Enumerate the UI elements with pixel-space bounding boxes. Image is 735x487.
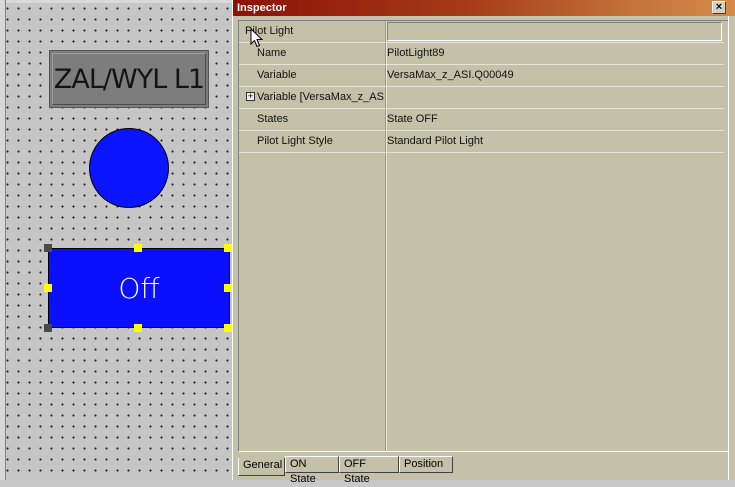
selection-handle-middle-left[interactable]: [44, 284, 52, 292]
expand-plus-icon[interactable]: +: [246, 92, 255, 101]
label-bevel: [52, 53, 206, 105]
property-row-states[interactable]: States State OFF: [239, 109, 724, 131]
inspector-right-edge: [728, 16, 735, 480]
pilot-light-object-selected[interactable]: Off: [48, 248, 230, 328]
tab-general[interactable]: General: [238, 458, 285, 476]
inspector-tabs: General ON State OFF State Position: [238, 455, 728, 485]
property-label: States: [257, 113, 289, 125]
property-header-value[interactable]: [387, 22, 722, 41]
canvas-top-border: [0, 0, 240, 3]
pilot-light-state-text: Off: [118, 271, 160, 305]
text-label-object[interactable]: ZAL/WYL L1: [49, 50, 209, 108]
property-label: Variable [VersaMax_z_AS: [257, 91, 384, 103]
close-button[interactable]: ×: [712, 1, 726, 14]
selection-handle-middle-right[interactable]: [224, 284, 232, 292]
property-row-variable[interactable]: Variable VersaMax_z_ASI.Q00049: [239, 65, 724, 87]
inspector-title: Inspector: [237, 2, 287, 14]
property-grid: Pilot Light Name PilotLight89 Variable V…: [238, 20, 729, 452]
property-value[interactable]: PilotLight89: [387, 47, 445, 59]
property-label: Pilot Light Style: [257, 135, 333, 147]
property-value[interactable]: State OFF: [387, 113, 438, 125]
mouse-pointer-icon: [250, 28, 264, 48]
selection-handle-bottom-center[interactable]: [134, 324, 142, 332]
inspector-titlebar[interactable]: Inspector: [233, 0, 735, 16]
property-value[interactable]: VersaMax_z_ASI.Q00049: [387, 69, 514, 81]
property-row-variable-group[interactable]: + Variable [VersaMax_z_AS: [239, 87, 724, 109]
tab-on-state[interactable]: ON State: [285, 456, 339, 485]
canvas-left-border: [0, 0, 6, 480]
property-label: Name: [257, 47, 287, 59]
tab-position[interactable]: Position: [399, 456, 453, 473]
inspector-window: Inspector × Pilot Light Name PilotLight8…: [232, 0, 735, 485]
selection-handle-top-left[interactable]: [44, 244, 52, 252]
selection-handle-top-center[interactable]: [134, 244, 142, 252]
selection-handle-bottom-left[interactable]: [44, 324, 52, 332]
property-label: Variable: [257, 69, 297, 81]
close-icon: ×: [715, 1, 723, 13]
selection-handle-top-right[interactable]: [224, 244, 232, 252]
tab-off-state[interactable]: OFF State: [339, 456, 399, 485]
property-value[interactable]: Standard Pilot Light: [387, 135, 483, 147]
property-row-pilot-light-style[interactable]: Pilot Light Style Standard Pilot Light: [239, 131, 724, 153]
property-row-header[interactable]: Pilot Light: [239, 21, 724, 43]
property-row-name[interactable]: Name PilotLight89: [239, 43, 724, 65]
selection-handle-bottom-right[interactable]: [224, 324, 232, 332]
pilot-light-indicator[interactable]: [89, 128, 169, 208]
